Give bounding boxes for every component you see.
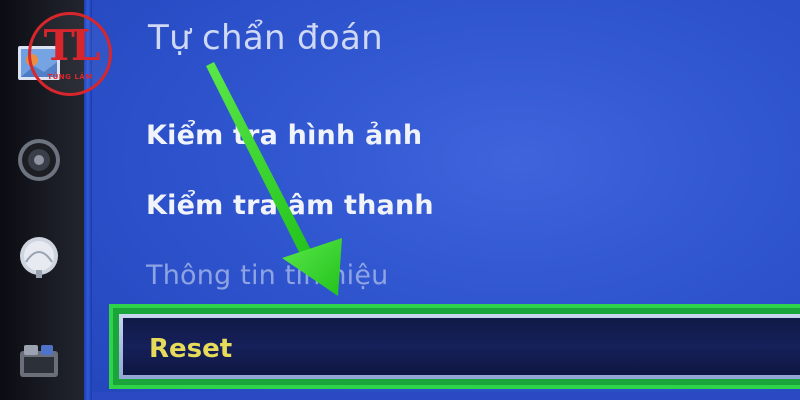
tv-menu-screen: Tự chẩn đoán Kiểm tra hình ảnh Kiểm tra …: [0, 0, 800, 400]
menu-item-reset[interactable]: Reset: [109, 304, 800, 389]
app-icon[interactable]: [14, 335, 64, 385]
bottom-strip: [92, 392, 800, 400]
menu-item-sound-test[interactable]: Kiểm tra âm thanh: [146, 190, 434, 221]
reset-label: Reset: [149, 334, 233, 364]
menu-item-signal-info[interactable]: Thông tin tín hiệu: [146, 260, 388, 291]
panel-title: Tự chẩn đoán: [148, 18, 383, 58]
self-diagnosis-panel: Tự chẩn đoán Kiểm tra hình ảnh Kiểm tra …: [92, 0, 800, 400]
logo-letters: TL: [43, 21, 101, 70]
menu-item-picture-test[interactable]: Kiểm tra hình ảnh: [146, 120, 422, 151]
brand-logo: TL TÙNG LÂM: [28, 12, 112, 96]
selected-row-frame: Reset: [119, 314, 800, 379]
selected-row-background: Reset: [123, 318, 800, 375]
broadcast-icon[interactable]: [14, 232, 64, 282]
logo-subtitle: TÙNG LÂM: [47, 73, 93, 81]
sound-icon[interactable]: [14, 135, 64, 185]
